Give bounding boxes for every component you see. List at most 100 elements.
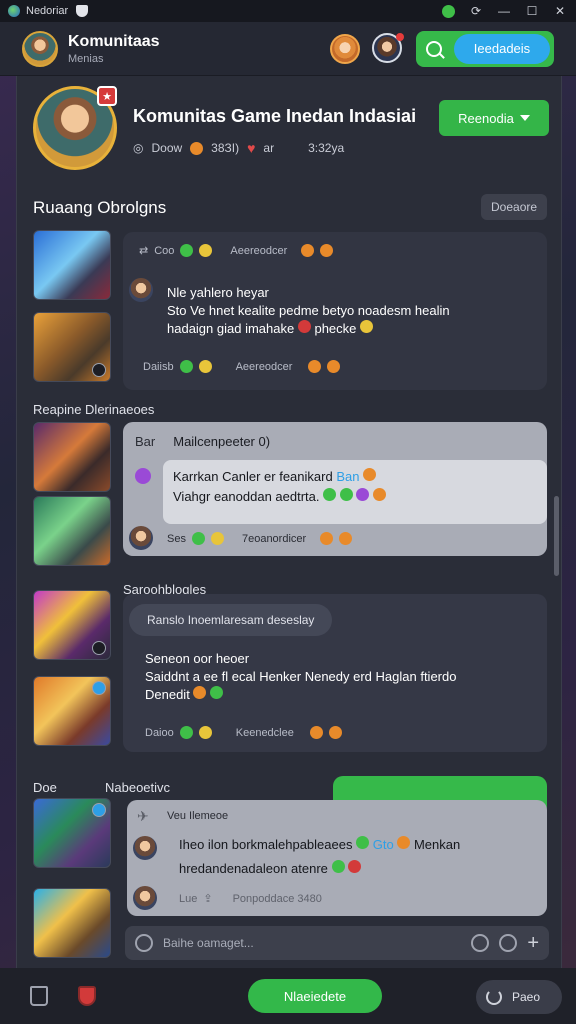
emoji-picker-icon[interactable] [499,934,518,952]
game-thumbnail[interactable] [33,798,111,868]
time-label: 3:32ya [308,141,345,155]
message-meta: Aeereodcer [230,244,288,257]
message-composer[interactable]: Baihe oamaget... + [125,926,549,960]
message-text-tail: phecke [314,321,357,336]
primary-action-button[interactable]: Nlaeiedete [248,979,382,1013]
maximize-button[interactable]: ☐ [524,3,540,19]
game-thumbnail[interactable] [33,888,111,958]
recommend-dropdown[interactable]: Reenodia [439,100,549,136]
message-footer: Daioo Keenedclee [145,726,342,739]
message-text-part: Iheo ilon borkmalehpableaees [179,837,353,852]
sticker-icon[interactable] [471,934,490,952]
game-thumbnail[interactable] [33,422,111,492]
window-titlebar: Nedoriar ⟳ — ☐ ✕ [0,0,576,22]
emoji-icon [210,686,224,699]
app-logo-icon [8,5,20,17]
community-avatar[interactable] [22,30,58,67]
play-icon [92,641,106,655]
message-text-part: Viahgr eanoddan aedtrta. [173,489,320,504]
secondary-action-button[interactable]: Paeo [476,980,562,1014]
composer-placeholder[interactable]: Baihe oamaget... [163,936,254,950]
join-button[interactable]: Ieedadeis [416,30,554,67]
chat-message-card[interactable]: ⇄ Coo Aeereodcer Nle yahlero heyar Sto V… [123,232,547,390]
message-text-part: hredandenadaleon atenre [179,861,328,876]
emoji-icon [331,860,345,873]
message-text-line2: Viahgr eanoddan aedtrta. [173,488,386,506]
game-thumbnail[interactable] [33,676,111,746]
section-label: Doe [33,780,57,795]
message-text-line2: hredandenadaleon atenre [179,860,362,878]
message-heading: Nle yahlero heyar [167,285,269,300]
close-button[interactable]: ✕ [552,3,568,19]
search-icon [426,40,442,57]
message-text: Saiddnt a ee fl ecal Henker Nenedy erd H… [145,669,457,684]
leaf-emoji-icon [179,726,193,739]
message-text-tail: Menkan [413,837,461,852]
app-header: Komunitaas Menias Ieedadeis [0,22,576,76]
star-badge-icon: ★ [97,86,117,106]
emoji-icon [323,488,337,501]
message-heading: Veu Ilemeoe [167,810,229,822]
game-thumbnail[interactable] [33,312,111,382]
add-icon[interactable]: + [527,933,539,953]
share-icon: ⇪ [203,893,213,905]
author-avatar[interactable] [133,886,157,910]
section-action-button[interactable]: Doeaore [481,194,548,220]
chat-message-card[interactable]: Ranslo Inoemlaresam deseslay Seneon oor … [123,594,547,752]
game-thumbnail[interactable] [33,496,111,566]
leaf-emoji-icon [191,532,205,545]
chat-message-card-highlighted[interactable]: ✈ Veu Ilemeoe Iheo ilon borkmalehpableae… [127,800,547,916]
emoji-icon [360,320,374,333]
message-text: Karrkan Canler er feanikard Ban [173,468,377,486]
scrollbar[interactable] [554,496,559,576]
message-text-part: Denedit [145,687,190,702]
author-avatar[interactable] [129,526,153,550]
footer-name: Daioo [145,726,174,739]
leaf-icon[interactable] [440,3,456,19]
minimize-button[interactable]: — [496,3,512,19]
author-avatar[interactable] [133,836,157,860]
reaction-emoji-icon [328,726,342,739]
message-author: Bar [135,434,156,449]
section-title: Ruaang Obrolgns [33,198,167,217]
shield-icon-button[interactable] [72,981,102,1011]
message-footer: Daiisb Aeereodcer [143,360,341,373]
game-thumbnail[interactable] [33,590,111,660]
emoji-icon [356,836,370,849]
topic-tag[interactable]: Ranslo Inoemlaresam deseslay [129,604,333,636]
members-label: Doow [151,141,183,155]
message-header: Bar Mailcenpeeter 0) [135,434,270,449]
community-meta: ◎ Doow 38ЗI) ♥ ar 3:32ya [133,140,344,156]
message-text-line2: hadaign giad imahake phecke [167,320,374,338]
attach-icon[interactable] [135,934,153,952]
chat-panel: ★ Komunitas Game Inedan Indasiai ◎ Doow … [16,76,562,968]
community-hero: ★ Komunitas Game Inedan Indasiai ◎ Doow … [33,86,553,186]
online-count: 38ЗI) [211,141,240,155]
message-footer: Ses 7eoanordicer [167,532,353,545]
reaction-emoji-icon [339,532,353,545]
mention-link[interactable]: Ban [336,469,359,484]
footer-name: Ses [167,532,186,545]
game-thumbnail[interactable] [33,230,111,300]
author-avatar[interactable] [129,278,153,302]
chat-message-card-highlighted[interactable]: Bar Mailcenpeeter 0) Karrkan Canler er f… [123,422,547,556]
trash-icon-button[interactable] [24,981,54,1011]
emoji-icon [356,488,370,501]
emoji-icon [397,836,411,849]
message-heading: Mailcenpeeter 0) [173,434,271,449]
user-avatar-2-wrap[interactable] [372,32,404,65]
user-avatar-1[interactable] [330,33,360,64]
message-heading: Seneon oor heoer [145,651,250,666]
refresh-icon[interactable]: ⟳ [468,3,484,19]
reaction-emoji-icon [320,244,334,257]
footer-meta: 7eoanordicer [241,532,307,545]
smile-emoji-icon [199,244,213,257]
smile-emoji-icon [210,532,224,545]
info-icon [92,681,106,695]
header-title: Komunitaas [68,32,160,50]
message-text-part: Karrkan Canler er feanikard [173,469,333,484]
shield-icon [78,986,96,1006]
mention-link[interactable]: Gto [373,837,394,852]
notification-dot [396,32,404,41]
footer-meta: Aeereodcer [235,360,293,373]
